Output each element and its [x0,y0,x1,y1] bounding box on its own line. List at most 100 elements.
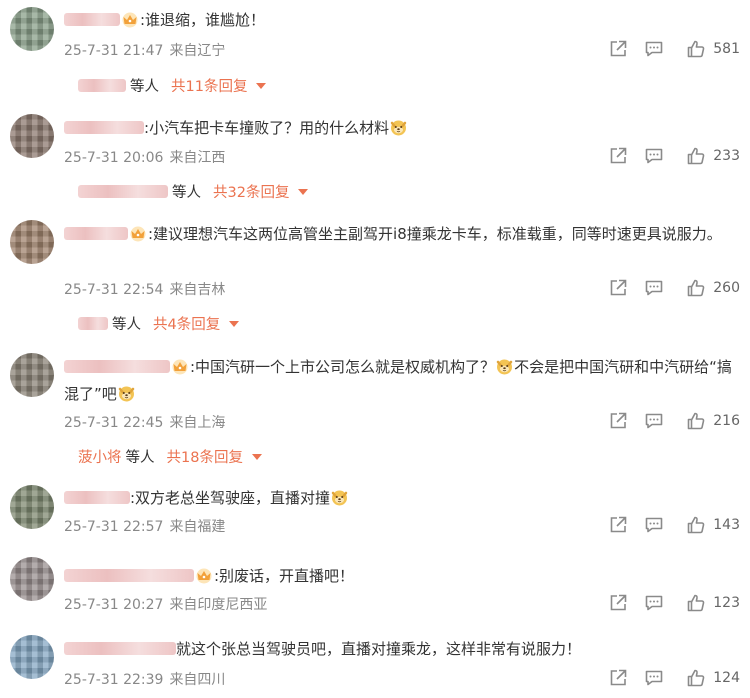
reply-summary[interactable]: 等人 共11条回复 [78,75,266,96]
doge-emoji-icon [118,385,135,402]
username[interactable] [64,360,170,373]
comment-body: :双方老总坐驾驶座，直播对撞 [64,485,734,512]
comment-location: 来自印度尼西亚 [169,597,268,613]
like-button[interactable]: 123 [686,593,740,613]
comment-body: :建议理想汽车这两位高管坐主副驾开i8撞乘龙卡车，标准载重，同等时速更具说服力。 [64,221,734,248]
avatar[interactable] [10,635,54,679]
comment-body: :谁退缩，谁尴尬！ [64,7,734,34]
chevron-down-icon [298,188,308,196]
comment-body: 就这个张总当驾驶员吧，直播对撞乘龙，这样非常有说服力！ [64,636,734,663]
reply-user [78,317,108,330]
reply-suffix: 等人 [125,450,155,466]
avatar[interactable] [10,557,54,601]
comment-icon[interactable] [644,411,664,431]
chevron-down-icon [252,453,262,461]
like-count: 581 [713,41,740,57]
comment-location: 来自江西 [169,150,226,166]
like-button[interactable]: 124 [686,668,740,688]
like-count: 124 [713,670,740,686]
comment-text: :别废话，开直播吧！ [214,567,355,585]
username[interactable] [64,121,144,134]
like-icon [686,593,706,613]
comment-date: 25-7-31 20:27 [64,597,164,613]
comment-meta: 25-7-31 20:27 来自印度尼西亚 [64,594,273,614]
like-icon [686,278,706,298]
doge-emoji-icon [390,119,407,136]
share-icon[interactable] [608,39,628,59]
reply-count-link[interactable]: 共18条回复 [167,446,243,467]
crown-icon [195,568,213,584]
comment-meta: 25-7-31 22:54 来自吉林 [64,279,231,299]
like-icon [686,39,706,59]
reply-summary[interactable]: 菠小将 等人 共18条回复 [78,446,262,467]
reply-user [78,79,126,92]
share-icon[interactable] [608,515,628,535]
share-icon[interactable] [608,411,628,431]
chevron-down-icon [229,320,239,328]
comment-text: :谁退缩，谁尴尬！ [140,11,266,29]
share-icon[interactable] [608,593,628,613]
comment-text: :建议理想汽车这两位高管坐主副驾开i8撞乘龙卡车，标准载重，同等时速更具说服力。 [148,225,722,243]
comment-location: 来自上海 [169,415,226,431]
reply-count-link[interactable]: 共32条回复 [213,181,289,202]
reply-user[interactable]: 菠小将 [78,446,122,467]
share-icon[interactable] [608,668,628,688]
comment-icon[interactable] [644,668,664,688]
like-button[interactable]: 233 [686,146,740,166]
avatar[interactable] [10,220,54,264]
comment-location: 来自福建 [169,519,226,535]
comment-actions: 260 [592,278,740,298]
username[interactable] [64,491,130,504]
comment-icon[interactable] [644,515,664,535]
crown-icon [121,12,139,28]
username[interactable] [64,569,194,582]
comment-text: :双方老总坐驾驶座，直播对撞 [130,489,331,507]
like-icon [686,411,706,431]
comment-icon[interactable] [644,39,664,59]
chevron-down-icon [256,82,266,90]
avatar[interactable] [10,353,54,397]
comment-icon[interactable] [644,146,664,166]
crown-icon [171,359,189,375]
comment-date: 25-7-31 22:54 [64,282,164,298]
username[interactable] [64,227,128,240]
like-button[interactable]: 143 [686,515,740,535]
comment-location: 来自吉林 [169,282,226,298]
like-count: 260 [713,280,740,296]
reply-summary[interactable]: 等人 共4条回复 [78,313,239,334]
comment-text: 小汽车把卡车撞败了？用的什么材料 [149,119,390,137]
comment-meta: 25-7-31 22:57 来自福建 [64,516,231,536]
share-icon[interactable] [608,278,628,298]
comment-meta: 25-7-31 20:06 来自江西 [64,147,231,167]
like-button[interactable]: 216 [686,411,740,431]
username[interactable] [64,642,176,655]
comment-icon[interactable] [644,278,664,298]
comment-date: 25-7-31 22:45 [64,415,164,431]
comment-body: :别废话，开直播吧！ [64,563,734,590]
comment-actions: 581 [592,39,740,59]
comment-text-part-1: :中国汽研一个上市公司怎么就是权威机构了？ [190,358,496,376]
avatar[interactable] [10,114,54,158]
comment-text: 就这个张总当驾驶员吧，直播对撞乘龙，这样非常有说服力！ [176,640,582,658]
reply-count-link[interactable]: 共4条回复 [153,313,220,334]
like-count: 123 [713,595,740,611]
comment-actions: 233 [592,146,740,166]
share-icon[interactable] [608,146,628,166]
like-button[interactable]: 260 [686,278,740,298]
reply-count-link[interactable]: 共11条回复 [171,75,247,96]
reply-user [78,185,168,198]
avatar[interactable] [10,7,54,51]
comment-meta: 25-7-31 21:47 来自辽宁 [64,40,231,60]
avatar[interactable] [10,485,54,529]
comment-date: 25-7-31 20:06 [64,150,164,166]
comment-date: 25-7-31 21:47 [64,43,164,59]
comment-body: :小汽车把卡车撞败了？用的什么材料 [64,115,734,142]
comment-location: 来自四川 [169,672,226,688]
comment-body: :中国汽研一个上市公司怎么就是权威机构了？ 不会是把中国汽研和中汽研给“搞混了”吧 [64,354,734,408]
reply-suffix: 等人 [172,185,201,201]
like-button[interactable]: 581 [686,39,740,59]
reply-summary[interactable]: 等人 共32条回复 [78,181,308,202]
comment-meta: 25-7-31 22:39 来自四川 [64,669,231,689]
comment-icon[interactable] [644,593,664,613]
username[interactable] [64,13,120,26]
